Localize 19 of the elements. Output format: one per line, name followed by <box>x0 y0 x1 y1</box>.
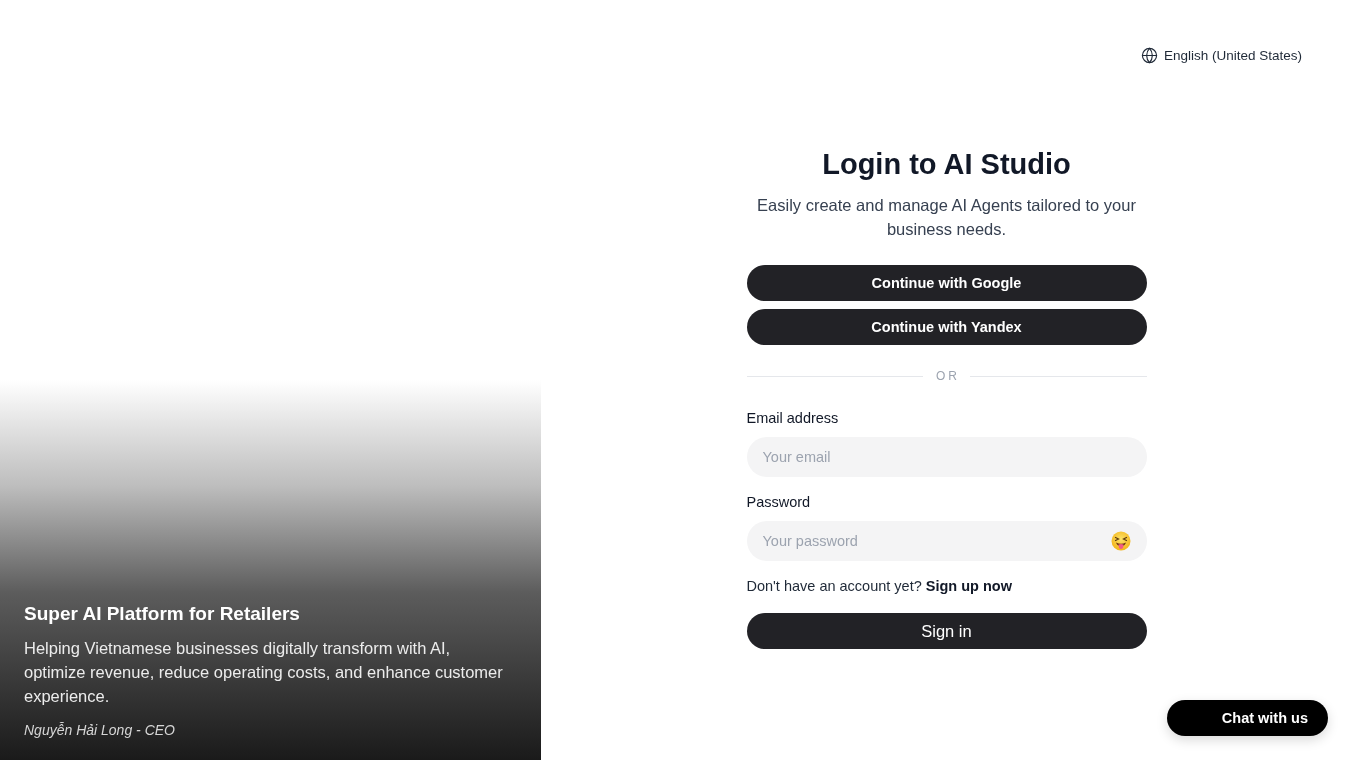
hero-description: Helping Vietnamese businesses digitally transform with AI, optimize revenue, reduce operating costs, and enhance customer experience. <box>24 638 504 707</box>
tongue-face-icon[interactable] <box>1110 531 1131 551</box>
hero-title: Super AI Platform for Retailers <box>24 602 301 626</box>
login-subtitle: Easily create and manage AI Agents tailored to your business needs. <box>756 195 1137 240</box>
signup-prompt: Don't have an account yet? Sign up now <box>746 577 1013 596</box>
password-field[interactable]: Your password <box>746 521 1147 561</box>
hero-attribution: Nguyễn Hải Long - CEO <box>24 721 176 740</box>
field-label: Email address <box>746 409 840 428</box>
social-login-button[interactable]: Continue with Google <box>746 265 1147 301</box>
language-selector[interactable]: English (United States) <box>1140 44 1302 66</box>
sign-in-button[interactable]: Sign in <box>746 613 1147 649</box>
field-label: Password <box>746 493 812 512</box>
login-title: Login to AI Studio <box>821 147 1072 182</box>
divider-text: OR <box>935 369 960 383</box>
social-login-button[interactable]: Continue with Yandex <box>746 309 1147 345</box>
chat-button[interactable]: Chat with us <box>1167 700 1328 736</box>
email-field[interactable]: Your email <box>746 437 1147 477</box>
globe-icon <box>1140 46 1158 64</box>
sign-up-link[interactable]: Sign up now <box>925 578 1012 594</box>
